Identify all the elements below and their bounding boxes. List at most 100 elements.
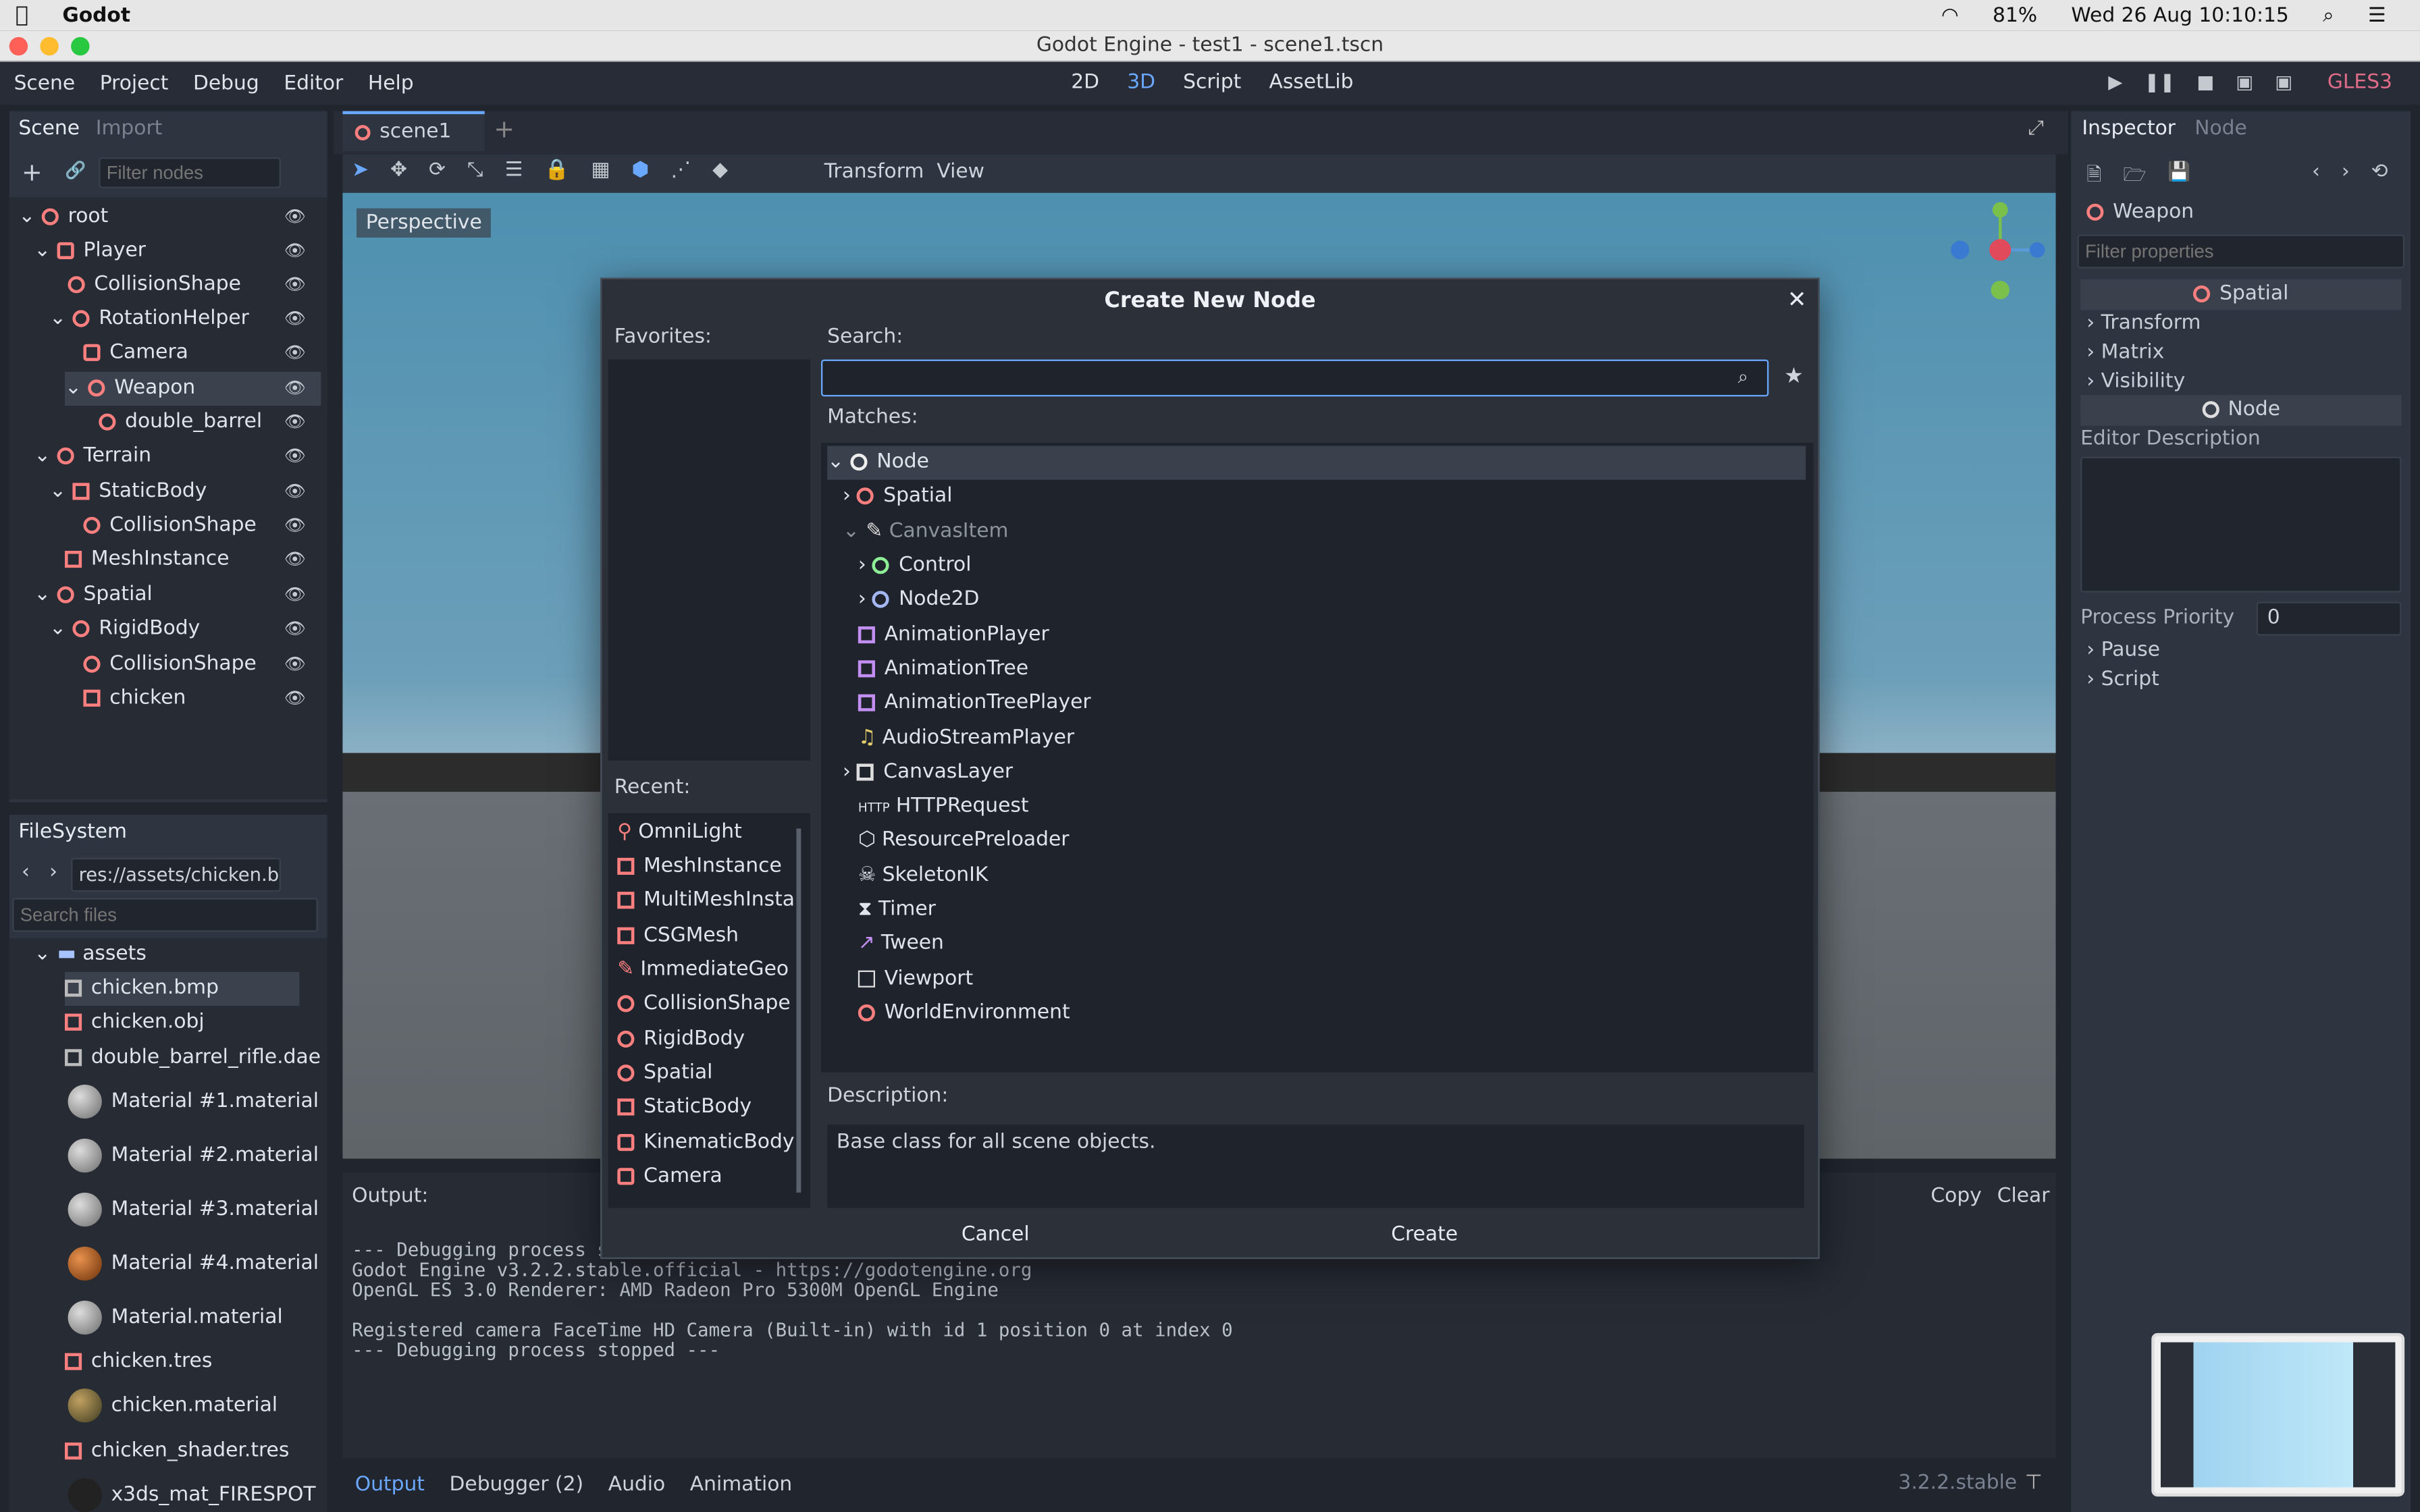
bottom-tab-animation[interactable]: Animation [690,1473,792,1496]
recent-item[interactable]: KinematicBody [617,1127,794,1160]
cancel-button[interactable]: Cancel [954,1217,1037,1254]
bottom-tab-debugger[interactable]: Debugger (2) [450,1473,584,1496]
tab-scene1[interactable]: scene1 ✕ [342,111,485,180]
tree-node-rotationhelper[interactable]: ⌄ RotationHelper 👁 [49,302,321,336]
file-item[interactable]: chicken.bmp [64,971,300,1006]
editor-description-field[interactable] [2080,456,2402,593]
workspace-assetlib[interactable]: AssetLib [1269,71,1353,94]
tab-import[interactable]: Import [96,117,163,140]
recent-item[interactable]: MeshInstance [617,850,782,884]
wifi-icon[interactable]: ◠ [1941,4,1959,27]
copy-button[interactable]: Copy [1930,1185,1981,1208]
menu-debug[interactable]: Debug [181,72,271,94]
match-worldenvironment[interactable]: WorldEnvironment [858,997,1070,1031]
recent-item[interactable]: StaticBody [617,1091,752,1125]
visibility-icon[interactable]: 👁 [284,406,306,439]
file-item[interactable]: Material #4.material [68,1246,319,1281]
search-files-input[interactable] [12,898,318,932]
add-node-icon[interactable]: + [22,157,43,186]
add-tab-icon[interactable]: + [494,114,515,143]
select-tool-icon[interactable]: ➤ [352,159,369,182]
matches-tree[interactable]: ⌄ Node › Spatial ⌄ ✎ CanvasItem › Contro… [820,442,1814,1073]
match-animationtree[interactable]: AnimationTree [858,653,1028,686]
tree-node-collisionshape-2[interactable]: CollisionShape 👁 [83,509,321,543]
back-icon[interactable]: ‹ [22,861,30,884]
section-matrix[interactable]: › Matrix [2086,338,2164,367]
recent-scrollbar[interactable] [796,828,801,1193]
group-icon[interactable]: ▦ [591,159,610,182]
minimize-window-button[interactable] [40,36,59,56]
apple-icon[interactable]:  [16,3,28,28]
match-skeletonik[interactable]: ☠ SkeletonIK [858,859,989,893]
section-script[interactable]: › Script [2086,665,2159,694]
match-resourcepreloader[interactable]: ⬡ ResourcePreloader [858,824,1070,858]
view-menu[interactable]: View [937,161,984,184]
scale-tool-icon[interactable]: ⤡ [467,159,483,182]
transform-menu[interactable]: Transform [824,161,924,184]
menu-scene[interactable]: Scene [1,72,87,94]
match-animationplayer[interactable]: AnimationPlayer [858,619,1049,653]
close-dialog-icon[interactable]: ✕ [1787,286,1807,313]
play-scene-icon[interactable]: ▣ [2236,71,2253,92]
tree-node-root[interactable]: ⌄ root 👁 [18,200,321,234]
visibility-icon[interactable]: 👁 [284,648,306,682]
tab-scene[interactable]: Scene [18,117,80,140]
bottom-tab-audio[interactable]: Audio [608,1473,665,1496]
clock[interactable]: Wed 26 Aug 10:10:15 [2071,4,2288,27]
forward-icon[interactable]: › [49,861,57,884]
folder-assets[interactable]: ⌄ ▬ assets [34,938,147,972]
history-forward-icon[interactable]: › [2342,161,2350,184]
filesystem-path[interactable]: res://assets/chicken.b [71,857,281,892]
visibility-icon[interactable]: 👁 [284,543,306,577]
recent-item[interactable]: ✎ ImmediateGeo [617,954,789,988]
file-item[interactable]: chicken.obj [64,1006,205,1040]
visibility-icon[interactable]: 👁 [284,578,306,612]
visibility-icon[interactable]: 👁 [284,336,306,370]
play-custom-icon[interactable]: ▣ [2275,71,2292,92]
section-pause[interactable]: › Pause [2086,636,2160,665]
tab-inspector[interactable]: Inspector [2082,117,2176,140]
file-item[interactable]: Material.material [68,1300,283,1335]
section-visibility[interactable]: › Visibility [2086,367,2185,396]
recent-item[interactable]: ⚲ OmniLight [617,816,742,850]
lock-icon[interactable]: 🔒 [544,159,569,182]
workspace-3d[interactable]: 3D [1127,71,1155,94]
file-item[interactable]: chicken.material [68,1388,278,1423]
new-resource-icon[interactable]: 🗎 [2086,161,2101,193]
visibility-icon[interactable]: 👁 [284,509,306,543]
snap-icon[interactable]: ⋰ [670,159,691,182]
visibility-icon[interactable]: 👁 [284,612,306,646]
link-icon[interactable]: 🔗 [65,161,86,181]
match-spatial[interactable]: › Spatial [843,480,953,514]
list-select-icon[interactable]: ☰ [505,159,523,182]
view-gizmo[interactable] [1941,198,2053,309]
filter-properties-input[interactable] [2077,234,2405,269]
tree-node-chicken[interactable]: chicken 👁 [83,682,321,716]
file-item[interactable]: double_barrel_rifle.dae [64,1042,321,1075]
match-animationtreeplayer[interactable]: AnimationTreePlayer [858,686,1091,720]
match-audiostreamplayer[interactable]: ♫ AudioStreamPlayer [858,722,1074,756]
visibility-icon[interactable]: 👁 [284,372,306,406]
spotlight-icon[interactable]: ⌕ [2323,4,2334,27]
recent-list[interactable]: ⚲ OmniLight MeshInstance MultiMeshInsta C… [608,813,810,1208]
app-name[interactable]: Godot [62,4,130,27]
workspace-script[interactable]: Script [1183,71,1241,94]
recent-item[interactable]: RigidBody [617,1023,745,1056]
match-control[interactable]: › Control [858,549,972,583]
recent-item[interactable]: CSGMesh [617,919,739,953]
match-tween[interactable]: ↗ Tween [858,927,944,961]
tree-node-collisionshape[interactable]: CollisionShape 👁 [68,269,321,302]
tree-node-double-barrel[interactable]: double_barrel 👁 [99,406,321,439]
inspected-object[interactable]: Weapon [2086,200,2194,223]
tree-node-staticbody[interactable]: ⌄ StaticBody 👁 [49,475,321,509]
screen-recording-thumbnail[interactable] [2151,1332,2405,1497]
file-item[interactable]: chicken.tres [64,1345,212,1379]
battery-label[interactable]: 81% [1993,4,2037,27]
menu-project[interactable]: Project [87,72,180,94]
visibility-icon[interactable]: 👁 [284,269,306,302]
favorites-list[interactable] [608,359,810,761]
file-item[interactable]: Material #2.material [68,1138,319,1173]
distraction-free-icon[interactable]: ⤢ [2028,117,2044,140]
tree-node-weapon[interactable]: ⌄ Weapon 👁 [64,371,321,406]
move-tool-icon[interactable]: ✥ [390,159,407,182]
